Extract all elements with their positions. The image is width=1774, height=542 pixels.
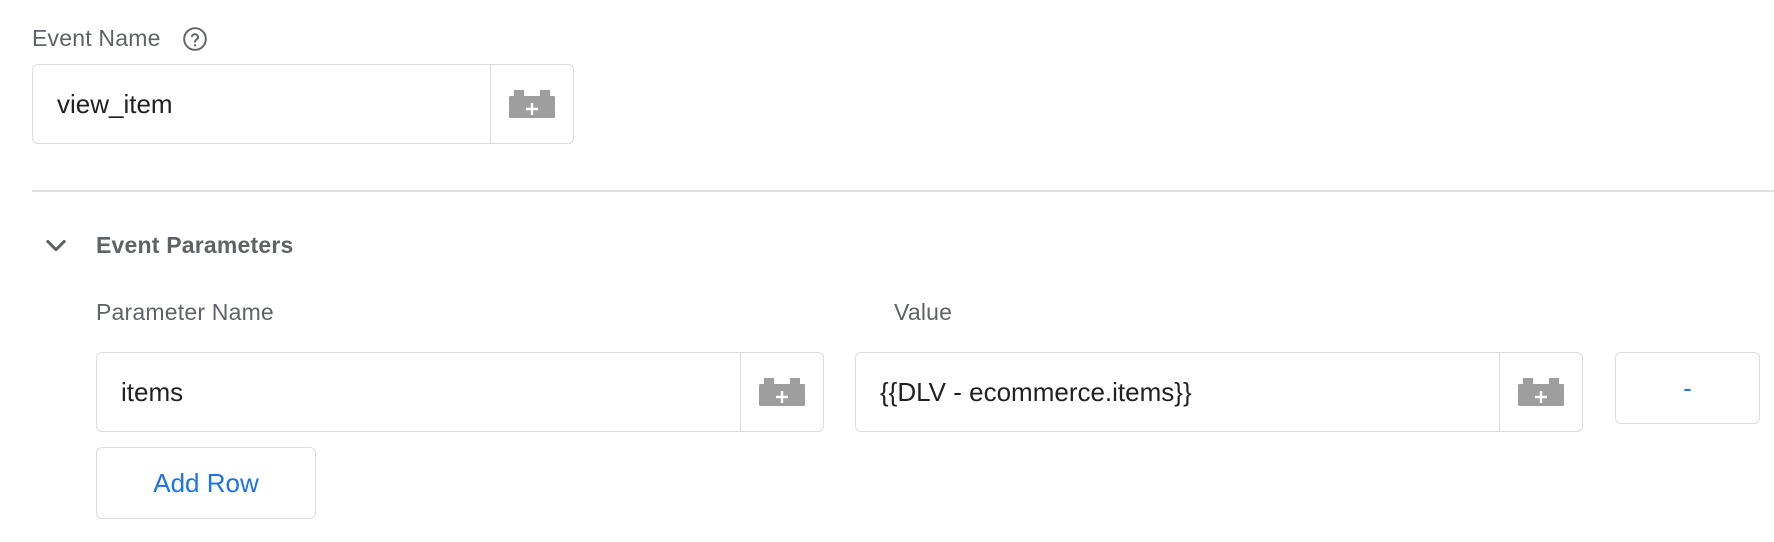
remove-row-button[interactable]: - — [1615, 352, 1760, 424]
event-name-field — [32, 64, 574, 144]
help-circle-icon[interactable] — [182, 26, 208, 52]
parameter-name-header: Parameter Name — [96, 299, 274, 325]
add-row-button[interactable]: Add Row — [96, 447, 316, 519]
section-divider — [32, 190, 1774, 192]
parameter-name-input[interactable] — [97, 353, 740, 431]
chevron-down-icon[interactable] — [42, 231, 70, 259]
event-name-label: Event Name — [32, 25, 161, 51]
parameter-value-variable-button[interactable] — [1499, 353, 1582, 431]
parameter-value-field — [855, 352, 1583, 432]
parameter-name-field — [96, 352, 824, 432]
add-variable-brick-icon — [1518, 378, 1564, 406]
event-name-variable-button[interactable] — [490, 65, 573, 143]
add-variable-brick-icon — [759, 378, 805, 406]
parameter-value-input[interactable] — [856, 353, 1499, 431]
parameter-name-variable-button[interactable] — [740, 353, 823, 431]
event-name-input[interactable] — [33, 65, 490, 143]
value-header: Value — [894, 299, 953, 325]
add-variable-brick-icon — [509, 90, 555, 118]
event-parameters-title[interactable]: Event Parameters — [96, 231, 294, 259]
